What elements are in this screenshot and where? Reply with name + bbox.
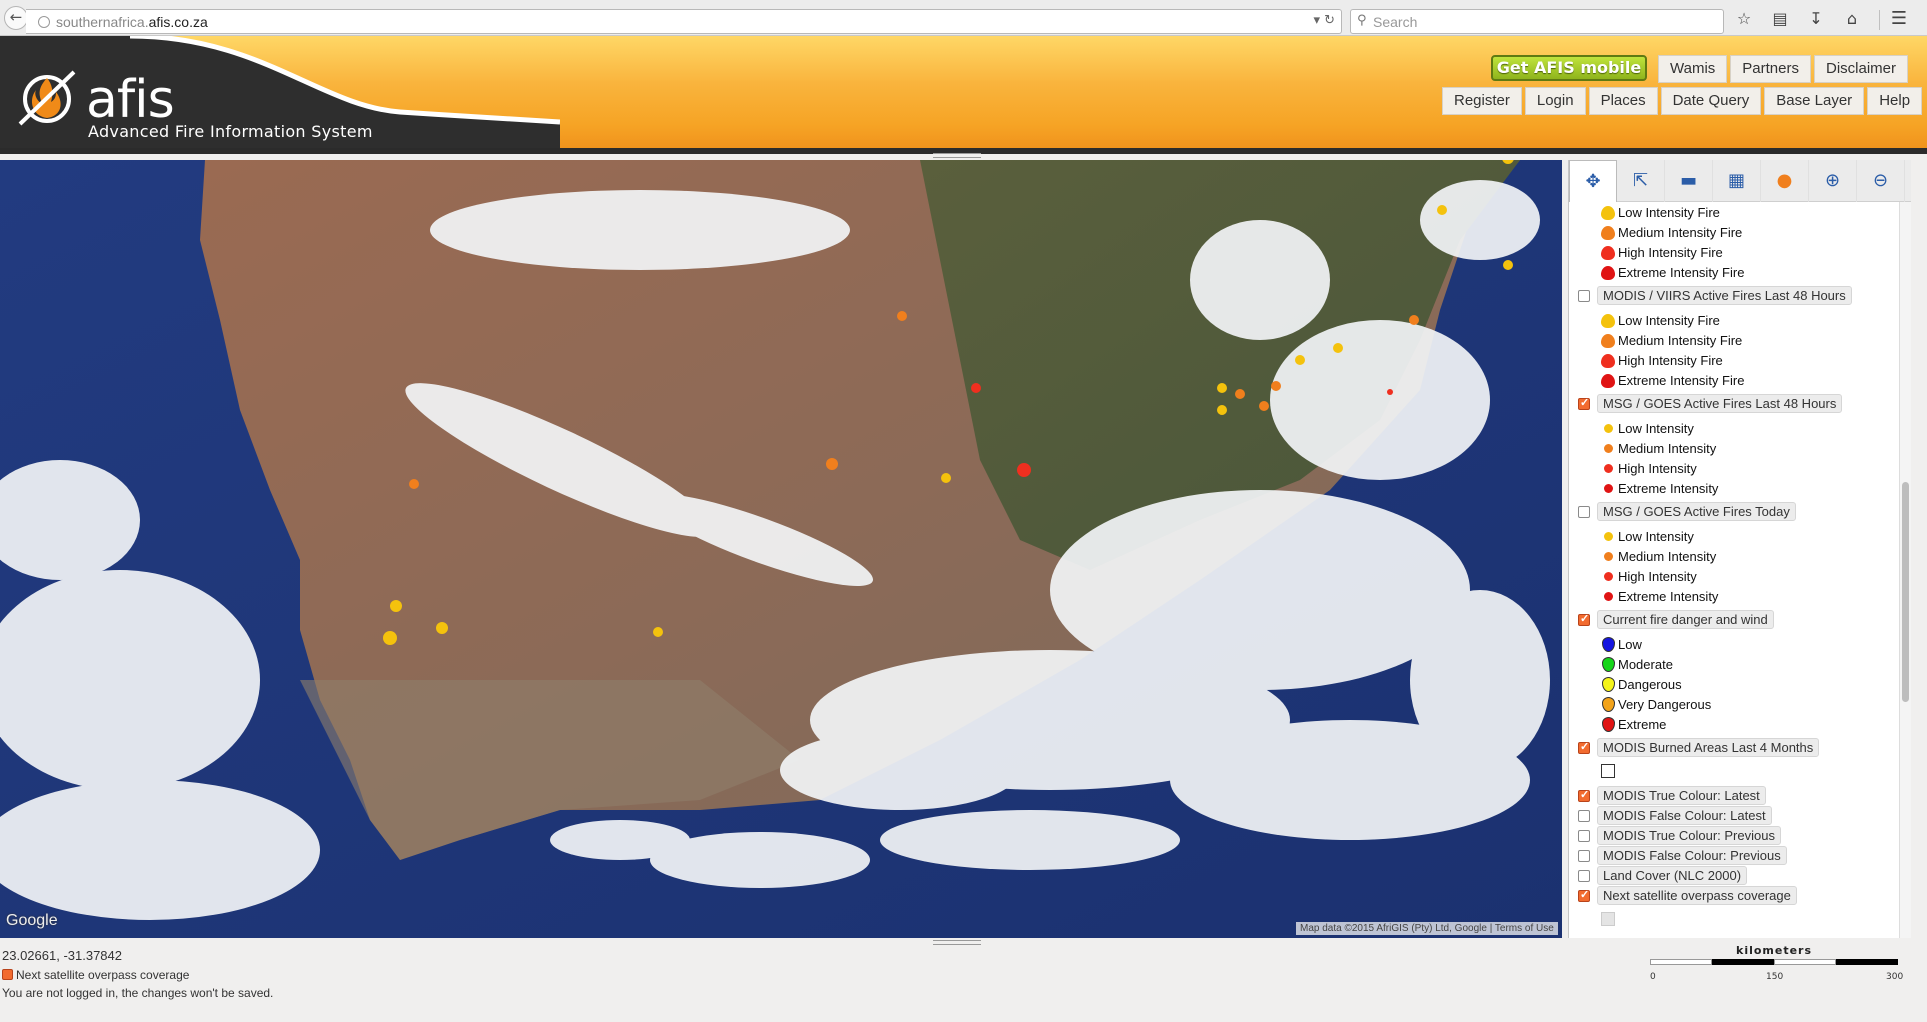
afis-fire-emblem-icon: [18, 70, 76, 126]
logo-subtitle: Advanced Fire Information System: [88, 122, 373, 141]
map-attribution: Map data ©2015 AfriGIS (Pty) Ltd, Google…: [1296, 922, 1558, 935]
nav-login[interactable]: Login: [1524, 87, 1586, 115]
fire-tool-icon[interactable]: ●: [1761, 160, 1809, 202]
low-fire-icon: [1601, 206, 1615, 220]
layer-checkbox[interactable]: [1578, 830, 1590, 842]
home-icon[interactable]: ⌂: [1841, 8, 1863, 30]
nav-base-layer[interactable]: Base Layer: [1764, 87, 1865, 115]
scale-tick: 150: [1766, 972, 1784, 982]
google-logo: Google: [6, 912, 58, 929]
high-dot-icon: [1604, 464, 1613, 473]
extreme-fire-icon: [1601, 266, 1615, 280]
scale-bar: kilometers 0 150 300: [1650, 944, 1904, 984]
legend-scrollbar[interactable]: [1899, 202, 1911, 938]
scale-title: kilometers: [1736, 944, 1813, 957]
map-tools: ✥ ⇱ ▬ ▦ ● ⊕ ⊖: [1569, 160, 1911, 202]
terms-of-use-link[interactable]: Terms of Use: [1495, 923, 1554, 934]
zoom-out-icon[interactable]: ⊖: [1857, 160, 1905, 202]
top-splitter-handle[interactable]: [933, 153, 981, 158]
layer-checkbox[interactable]: [1578, 290, 1590, 302]
medium-dot-icon: [1604, 552, 1613, 561]
bookmark-star-icon[interactable]: ☆: [1733, 8, 1755, 30]
globe-icon: [38, 16, 50, 28]
low-fire-icon: [1601, 314, 1615, 328]
browser-toolbar: ← southernafrica.afis.co.za ▾ ↻ ⚲ Search…: [0, 0, 1927, 36]
logo-wordmark: afis: [86, 70, 175, 130]
zoom-in-icon[interactable]: ⊕: [1809, 160, 1857, 202]
burned-area-swatch: [1601, 764, 1615, 778]
medium-fire-icon: [1601, 334, 1615, 348]
identify-tool-icon[interactable]: ⇱: [1617, 160, 1665, 202]
layer-checkbox[interactable]: [1578, 810, 1590, 822]
high-fire-icon: [1601, 246, 1615, 260]
danger-low-icon: [1602, 637, 1615, 652]
url-text: southernafrica.afis.co.za: [56, 14, 208, 30]
layers-panel: ✥ ⇱ ▬ ▦ ● ⊕ ⊖ Low Intensity Fire Medium …: [1568, 160, 1911, 938]
top-nav: Wamis Partners Disclaimer: [1655, 55, 1908, 83]
nav-register[interactable]: Register: [1442, 87, 1522, 115]
measure-tool-icon[interactable]: ▬: [1665, 160, 1713, 202]
back-button[interactable]: ←: [4, 6, 28, 30]
medium-dot-icon: [1604, 444, 1613, 453]
layer-checkbox[interactable]: [1578, 788, 1590, 802]
scale-segment: [1712, 959, 1774, 965]
danger-extreme-icon: [1602, 717, 1615, 732]
pan-tool-icon[interactable]: ✥: [1569, 160, 1617, 202]
nav-help[interactable]: Help: [1867, 87, 1923, 115]
scale-segment: [1650, 959, 1712, 965]
medium-fire-icon: [1601, 226, 1615, 240]
status-checkbox: [2, 969, 13, 980]
main-nav: Register Login Places Date Query Base La…: [1439, 87, 1923, 115]
address-bar[interactable]: southernafrica.afis.co.za ▾ ↻: [26, 9, 1342, 34]
bottom-splitter-handle[interactable]: [933, 940, 981, 945]
scale-tick: 0: [1650, 972, 1656, 982]
layer-checkbox[interactable]: [1578, 396, 1590, 410]
search-icon: ⚲: [1357, 13, 1367, 28]
nav-date-query[interactable]: Date Query: [1660, 87, 1762, 115]
overpass-swatch: [1601, 912, 1615, 926]
nav-places[interactable]: Places: [1588, 87, 1658, 115]
extreme-fire-icon: [1601, 374, 1615, 388]
nav-wamis[interactable]: Wamis: [1658, 55, 1728, 83]
high-fire-icon: [1601, 354, 1615, 368]
nav-partners[interactable]: Partners: [1730, 55, 1811, 83]
layer-checkbox[interactable]: [1578, 506, 1590, 518]
cursor-coordinates: 23.02661, -31.37842: [2, 948, 122, 963]
login-warning: You are not logged in, the changes won't…: [2, 986, 274, 1000]
layer-checkbox[interactable]: [1578, 870, 1590, 882]
site-header: afis Advanced Fire Information System Ge…: [0, 36, 1927, 154]
scale-tick: 300: [1886, 972, 1904, 982]
nav-disclaimer[interactable]: Disclaimer: [1813, 55, 1908, 83]
scale-segment: [1774, 959, 1836, 965]
browser-search-input[interactable]: ⚲ Search: [1350, 9, 1724, 34]
search-placeholder: Search: [1373, 14, 1418, 30]
layer-checkbox[interactable]: [1578, 888, 1590, 902]
layer-checkbox[interactable]: [1578, 612, 1590, 626]
reading-list-icon[interactable]: ▤: [1769, 8, 1791, 30]
satellite-map[interactable]: Google Map data ©2015 AfriGIS (Pty) Ltd,…: [0, 160, 1562, 938]
danger-very-icon: [1602, 697, 1615, 712]
active-layer-status: Next satellite overpass coverage: [2, 968, 189, 982]
layer-checkbox[interactable]: [1578, 850, 1590, 862]
get-afis-mobile-button[interactable]: Get AFIS mobile: [1491, 55, 1647, 81]
satellite-imagery: [0, 160, 1562, 938]
reload-icon[interactable]: ▾ ↻: [1313, 13, 1335, 28]
extreme-dot-icon: [1604, 484, 1613, 493]
scroll-thumb[interactable]: [1902, 482, 1909, 702]
low-dot-icon: [1604, 532, 1613, 541]
low-dot-icon: [1604, 424, 1613, 433]
danger-dangerous-icon: [1602, 677, 1615, 692]
print-map-icon[interactable]: ▦: [1713, 160, 1761, 202]
high-dot-icon: [1604, 572, 1613, 581]
scale-segment: [1836, 959, 1898, 965]
layer-legend: Low Intensity Fire Medium Intensity Fire…: [1569, 202, 1899, 938]
extreme-dot-icon: [1604, 592, 1613, 601]
hamburger-menu-icon[interactable]: ☰: [1888, 8, 1910, 30]
toolbar-divider: [1879, 10, 1880, 30]
layer-checkbox[interactable]: [1578, 740, 1590, 754]
download-icon[interactable]: ↧: [1805, 8, 1827, 30]
danger-moderate-icon: [1602, 657, 1615, 672]
